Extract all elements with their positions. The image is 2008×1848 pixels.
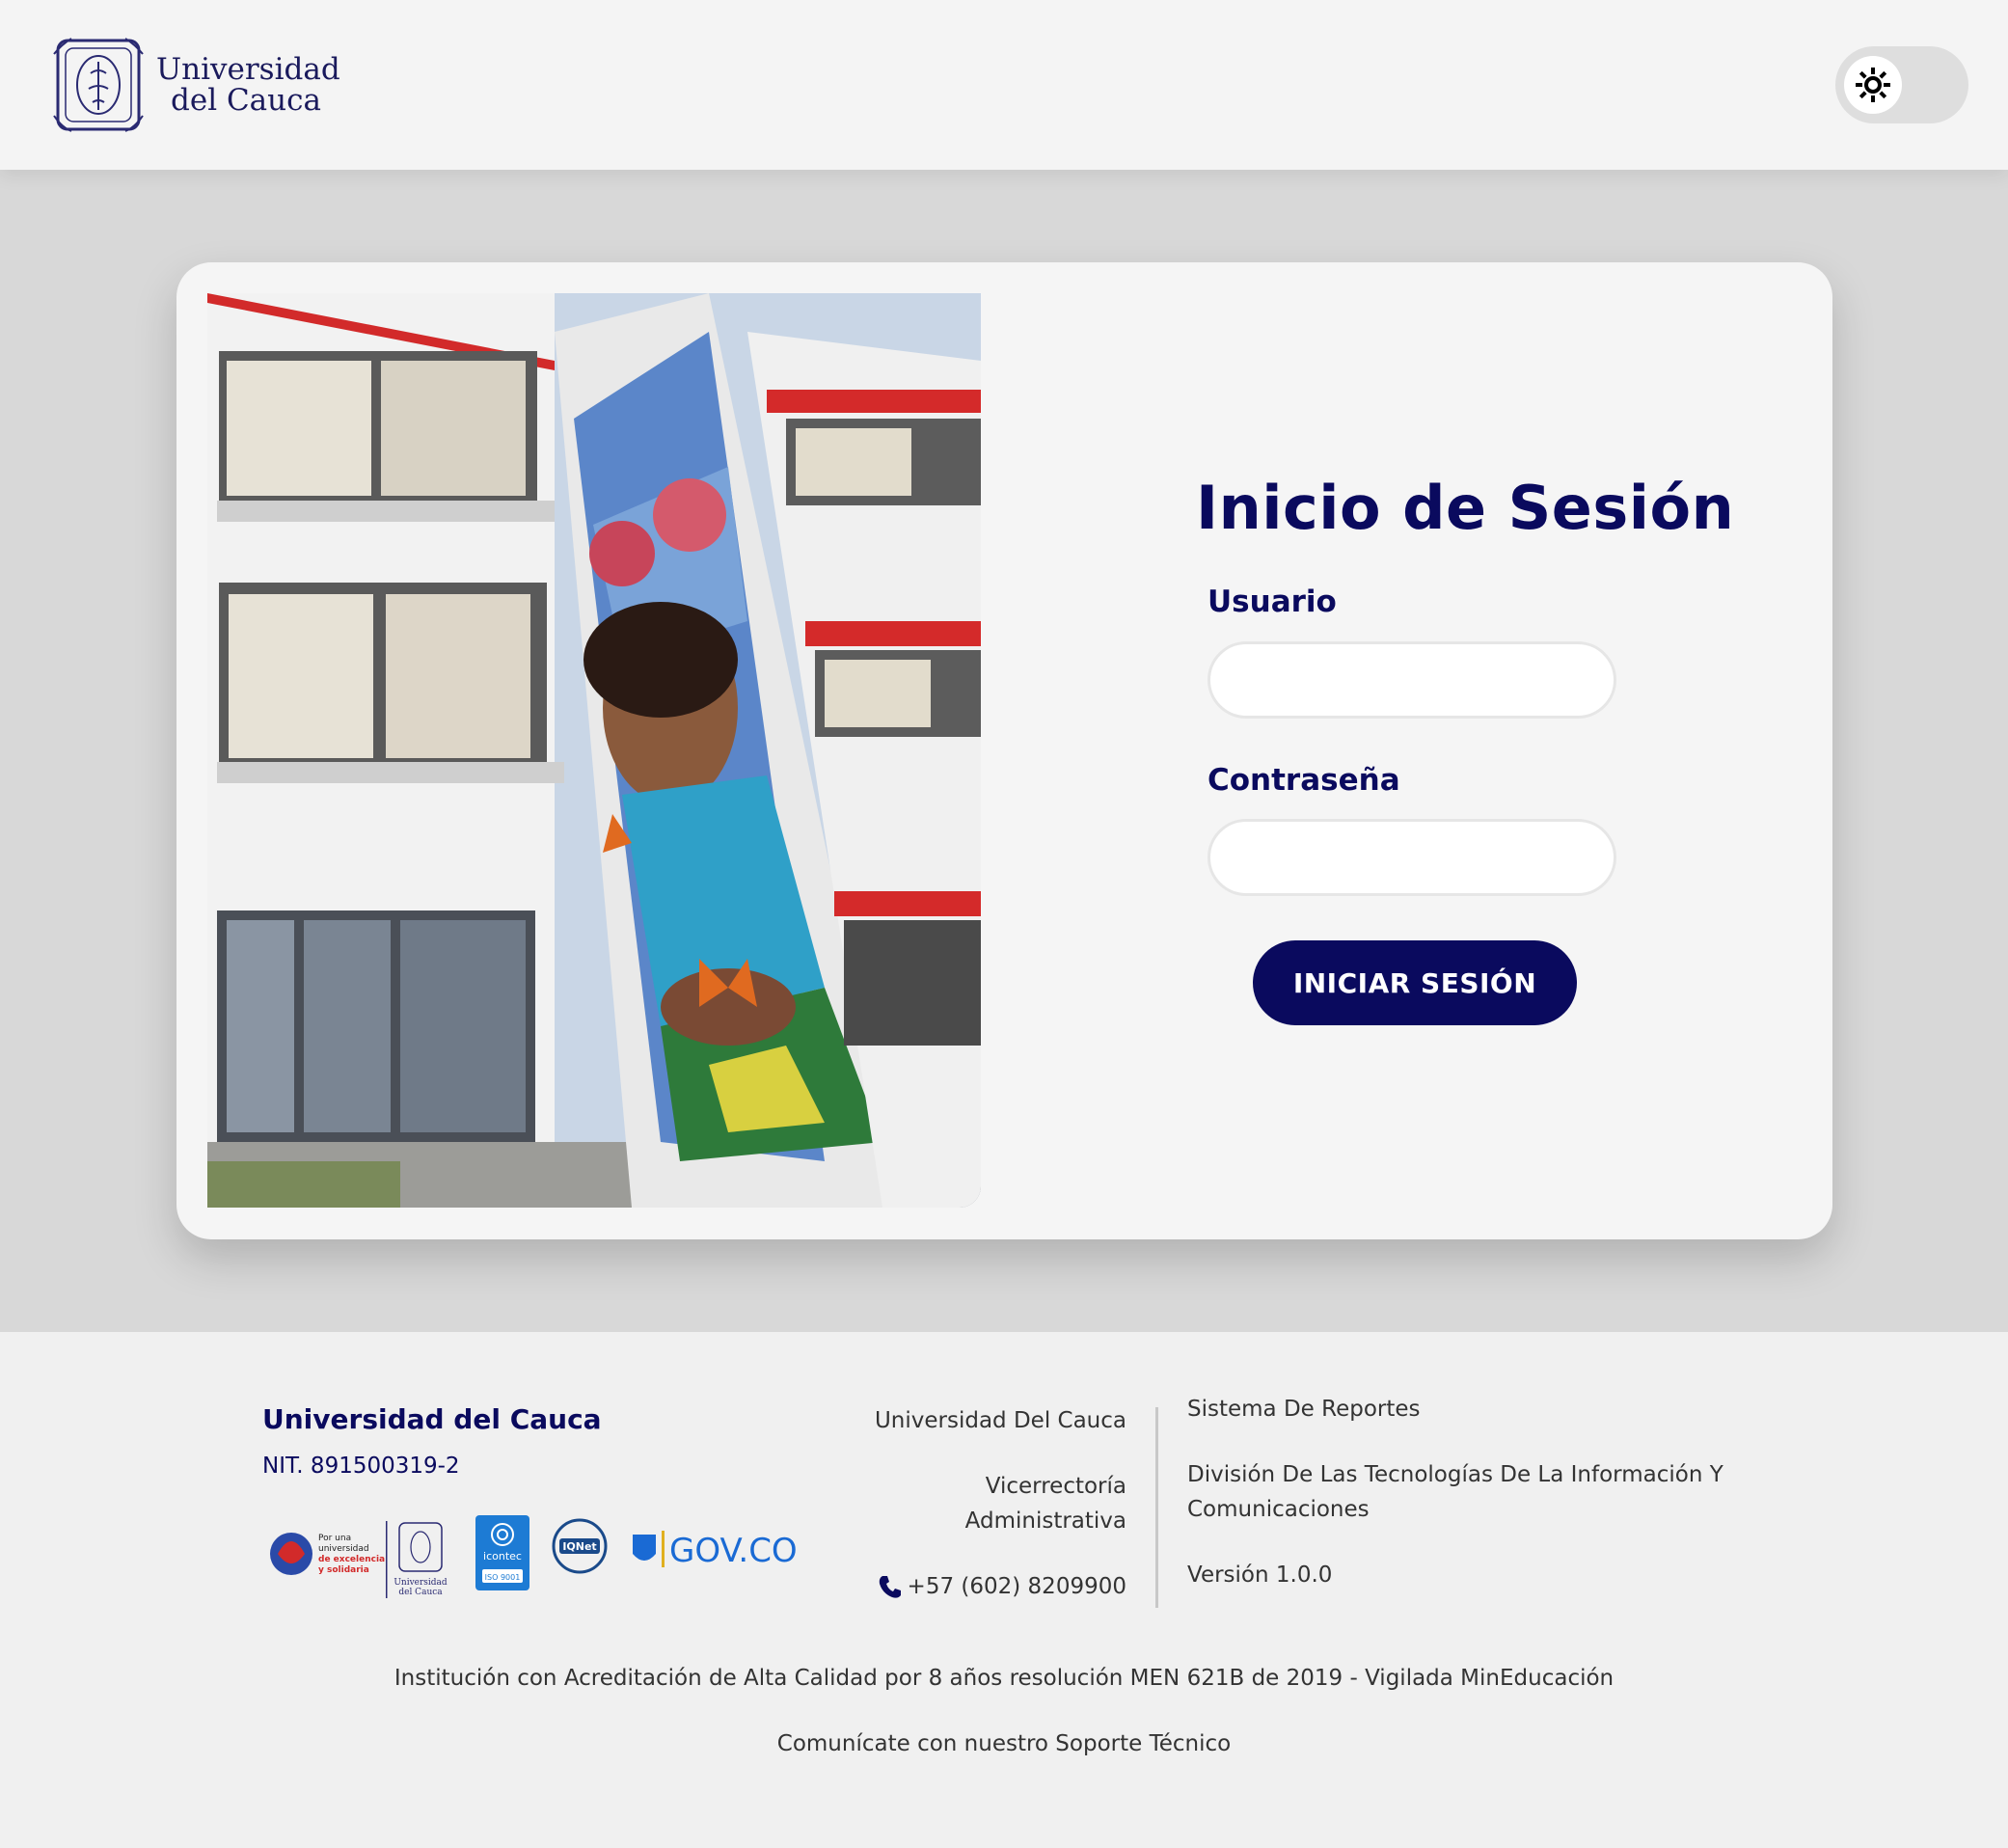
logo1-line4: y solidaria [318,1565,369,1575]
iqnet-logo-icon: IQNet [552,1518,608,1574]
footer: Universidad del Cauca NIT. 891500319-2 P… [0,1332,2008,1848]
brand-line-2: del Cauca [171,83,321,118]
username-label: Usuario [1208,584,1337,619]
top-bar: Universidad del Cauca [0,0,2008,170]
footer-contact-dept-line2: Administrativa [964,1508,1126,1534]
password-label: Contraseña [1208,763,1400,798]
gov-co-logo-icon: GOV.CO [633,1531,798,1570]
university-crest-icon [53,38,144,132]
footer-logos: Por una universidad de excelencia y soli… [270,1515,798,1598]
logo1-line2: universidad [318,1544,369,1554]
login-card: Inicio de Sesión Usuario Contraseña INIC… [176,262,1832,1239]
footer-version: Versión 1.0.0 [1187,1563,1333,1588]
phone-icon [879,1576,901,1598]
footer-contact-dept-line1: Vicerrectoría [985,1474,1126,1499]
footer-support-link[interactable]: Comunícate con nuestro Soporte Técnico [0,1731,2008,1756]
icontec-logo-icon: icontec ISO 9001 [475,1515,529,1590]
footer-contact-org: Universidad Del Cauca [874,1408,1126,1433]
excelencia-logo-icon: Por una universidad de excelencia y soli… [270,1533,385,1575]
logo2-line1: Universidad [393,1578,448,1588]
brand-name: Universidad del Cauca [156,54,340,116]
password-input[interactable] [1208,819,1616,896]
footer-division: División De Las Tecnologías De La Inform… [1187,1462,1723,1522]
footer-phone[interactable]: +57 (602) 8209900 [837,1569,1126,1604]
iqnet-text: IQNet [562,1540,596,1553]
gov-text: GOV.CO [669,1532,798,1570]
footer-contact-dept: Vicerrectoría Administrativa [837,1469,1126,1538]
footer-university-name: Universidad del Cauca [262,1403,602,1435]
footer-divider [1155,1407,1158,1608]
university-logo[interactable]: Universidad del Cauca [52,35,340,135]
username-input[interactable] [1208,641,1616,719]
footer-phone-number: +57 (602) 8209900 [907,1574,1126,1599]
icontec-text: icontec [483,1550,522,1563]
login-form: Inicio de Sesión Usuario Contraseña INIC… [176,262,1832,1239]
sun-icon [1856,68,1890,102]
footer-accreditation: Institución con Acreditación de Alta Cal… [393,1666,1615,1691]
footer-system-name: Sistema De Reportes [1187,1397,1421,1422]
toggle-knob [1844,56,1902,114]
university-crest-small-icon: Universidad del Cauca [393,1522,448,1597]
footer-contact: Universidad Del Cauca Vicerrectoría Admi… [837,1403,1126,1635]
logo2-line2: del Cauca [398,1588,443,1597]
footer-nit: NIT. 891500319-2 [262,1454,460,1479]
theme-toggle[interactable] [1835,46,1968,123]
footer-system-info: Sistema De Reportes División De Las Tecn… [1187,1392,1727,1623]
login-button[interactable]: INICIAR SESIÓN [1253,940,1577,1025]
iso-text: ISO 9001 [485,1573,521,1582]
logo1-line3: de excelencia [318,1555,385,1564]
brand-line-1: Universidad [156,52,340,87]
login-title: Inicio de Sesión [1196,473,1735,543]
logo1-line1: Por una [318,1534,351,1543]
